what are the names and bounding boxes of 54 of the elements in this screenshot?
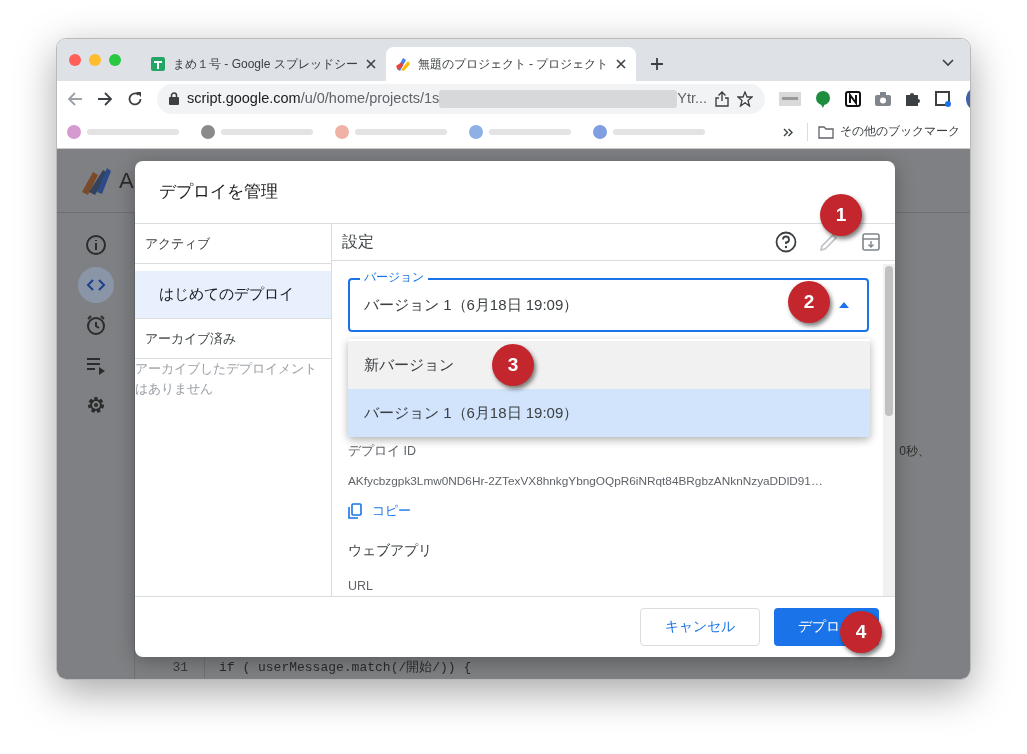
- cancel-button[interactable]: キャンセル: [640, 608, 760, 646]
- app-title: A: [119, 167, 134, 195]
- alarm-clock-icon: [84, 314, 107, 336]
- forward-icon[interactable]: [97, 90, 113, 107]
- script-icon: [394, 56, 411, 72]
- section-heading: アーカイブ済み: [135, 319, 331, 359]
- info-icon: [84, 234, 107, 256]
- close-icon[interactable]: [364, 58, 377, 70]
- section-heading: 設定: [342, 232, 374, 253]
- chevron-down-icon[interactable]: [942, 59, 954, 67]
- bookmark-folder[interactable]: その他のブックマーク: [807, 123, 960, 141]
- url-text: script.google.com: [187, 88, 301, 108]
- section-heading: ウェブアプリ: [348, 541, 433, 561]
- window-control-icon[interactable]: [69, 54, 81, 66]
- deploy-id: AKfycbzgpk3Lmw0ND6Hr-2ZTexVX8hnkgYbngOQpR6iNRqt84BRgbzANknNzyaDDlD91…: [348, 473, 824, 491]
- copy-icon: [348, 502, 362, 519]
- camera-icon[interactable]: [875, 91, 892, 106]
- extension-icon[interactable]: [779, 91, 802, 106]
- browser-tab[interactable]: まめ１号 - Google スプレッドシー: [141, 47, 386, 81]
- speech-bubble-icon[interactable]: [815, 89, 832, 108]
- notebook-icon[interactable]: [845, 90, 862, 107]
- browser-tab[interactable]: 無題のプロジェクト - プロジェクト: [385, 47, 637, 81]
- dialog-title: デプロイを管理: [159, 181, 278, 204]
- url-text: /u/0/home/projects/1s: [300, 88, 440, 108]
- script-logo-icon: [79, 165, 113, 196]
- window-icon[interactable]: [935, 90, 952, 107]
- sidebar-item[interactable]: [77, 267, 114, 303]
- star-icon[interactable]: [737, 90, 754, 107]
- chevron-double-icon[interactable]: [783, 127, 793, 137]
- folder-icon: [818, 125, 834, 139]
- archive-icon[interactable]: [861, 232, 881, 253]
- line-number: 31: [135, 658, 205, 678]
- puzzle-icon[interactable]: [905, 90, 922, 107]
- field-label: デプロイ ID: [348, 443, 417, 461]
- url-text: Ytr...: [677, 88, 708, 108]
- log-text: 0秒、: [898, 443, 930, 460]
- new-tab-icon[interactable]: [650, 57, 665, 71]
- copy-link[interactable]: コピー: [348, 500, 411, 521]
- lock-icon: [169, 92, 179, 105]
- field-label: URL: [348, 578, 374, 596]
- empty-message: アーカイブしたデプロイメントはありません: [135, 360, 318, 398]
- code-line: if ( userMessage.match(/開始/)) {: [218, 659, 472, 678]
- field-label: バージョン: [360, 270, 428, 286]
- help-icon[interactable]: [775, 231, 797, 254]
- scrollbar[interactable]: [883, 264, 895, 596]
- dropdown-option[interactable]: バージョン 1（6月18日 19:09）: [348, 389, 870, 437]
- reload-icon[interactable]: [127, 90, 143, 107]
- section-heading: アクティブ: [135, 224, 331, 264]
- back-icon[interactable]: [67, 90, 83, 107]
- deployment-item[interactable]: はじめてのデプロイ: [135, 271, 331, 319]
- sheet-icon: [150, 56, 166, 72]
- share-icon[interactable]: [715, 90, 730, 107]
- address-bar[interactable]: script.google.com/u/0/home/projects/1s Ytr...: [157, 83, 766, 114]
- close-icon[interactable]: [615, 58, 628, 70]
